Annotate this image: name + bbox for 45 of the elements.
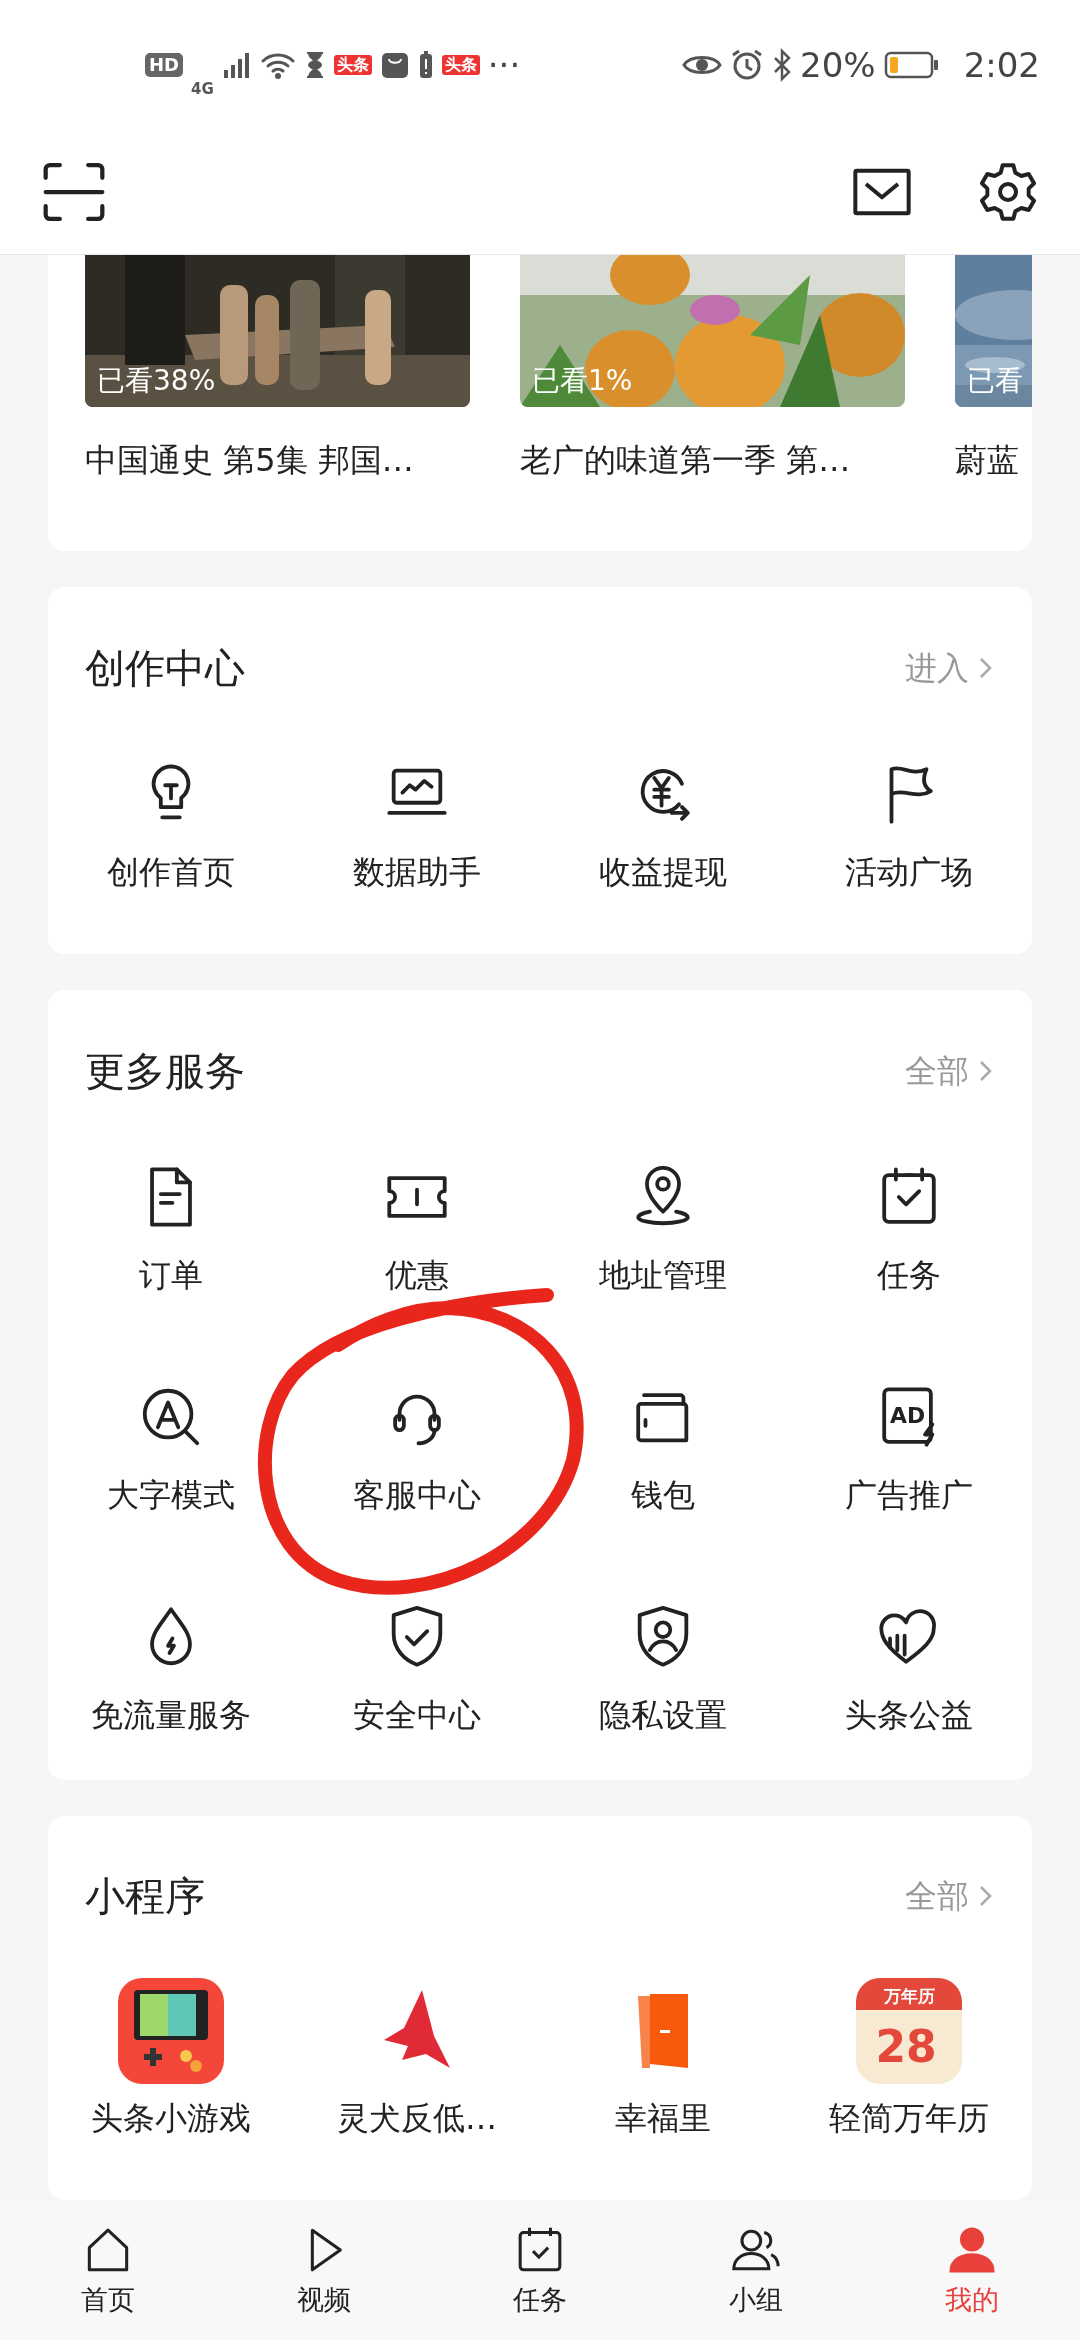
battery-icon <box>883 50 940 80</box>
video-title[interactable]: 老广的味道第一季 第… <box>520 437 905 483</box>
shopping-bag-icon <box>379 50 410 80</box>
service-item[interactable]: 地址管理 <box>540 1161 786 1297</box>
service-item[interactable]: 客服中心 <box>294 1381 540 1517</box>
battery-alert-icon <box>417 50 434 80</box>
mini-program-item[interactable]: 灵犬反低… <box>294 1975 540 2140</box>
service-item[interactable]: 免流量服务 <box>48 1601 294 1737</box>
service-item[interactable]: 钱包 <box>540 1381 786 1517</box>
section-title: 小程序 <box>85 1871 205 1921</box>
mini-program-item[interactable]: 头条小游戏 <box>48 1975 294 2140</box>
nav-tab[interactable]: 小组 <box>648 2222 864 2340</box>
nav-tab[interactable]: 任务 <box>432 2222 648 2340</box>
signal-icon <box>221 50 252 80</box>
video-title[interactable]: 中国通史 第5集 邦国… <box>85 437 470 483</box>
mini-program-item[interactable]: 幸福里 <box>540 1975 786 2140</box>
section-title: 更多服务 <box>85 1046 245 1096</box>
section-title: 创作中心 <box>85 643 245 693</box>
game-console-icon <box>116 1975 226 2086</box>
nav-tab[interactable]: 首页 <box>0 2222 216 2340</box>
service-item[interactable]: 订单 <box>48 1161 294 1297</box>
battery-percent: 20% <box>800 43 876 87</box>
service-item[interactable]: 优惠 <box>294 1161 540 1297</box>
service-item[interactable]: 活动广场 <box>786 758 1032 894</box>
service-item[interactable]: 任务 <box>786 1161 1032 1297</box>
service-item[interactable]: 头条公益 <box>786 1601 1032 1737</box>
nav-tab[interactable]: 我的 <box>864 2222 1080 2340</box>
service-item[interactable]: 安全中心 <box>294 1601 540 1737</box>
service-item[interactable]: 数据助手 <box>294 758 540 894</box>
calendar-app-icon: 万年历 28 <box>854 1975 964 2086</box>
clock-time: 2:02 <box>963 43 1040 87</box>
hd-icon: HD <box>145 53 183 77</box>
mini-program-item[interactable]: 万年历 28 轻简万年历 <box>786 1975 1032 2140</box>
service-item[interactable]: 隐私设置 <box>540 1601 786 1737</box>
app-badge: 头条 <box>441 55 480 75</box>
bluetooth-icon <box>772 48 793 82</box>
more-indicator: ··· <box>487 43 521 87</box>
service-item[interactable]: 大字模式 <box>48 1381 294 1517</box>
network-label: 4G <box>191 81 214 97</box>
app-badge: 头条 <box>333 55 372 75</box>
service-item[interactable]: 收益提现 <box>540 758 786 894</box>
service-item[interactable]: 创作首页 <box>48 758 294 894</box>
nav-tab[interactable]: 视频 <box>216 2222 432 2340</box>
service-item[interactable]: AD 广告推广 <box>786 1381 1032 1517</box>
video-title[interactable]: 蔚蓝 <box>955 437 1032 483</box>
